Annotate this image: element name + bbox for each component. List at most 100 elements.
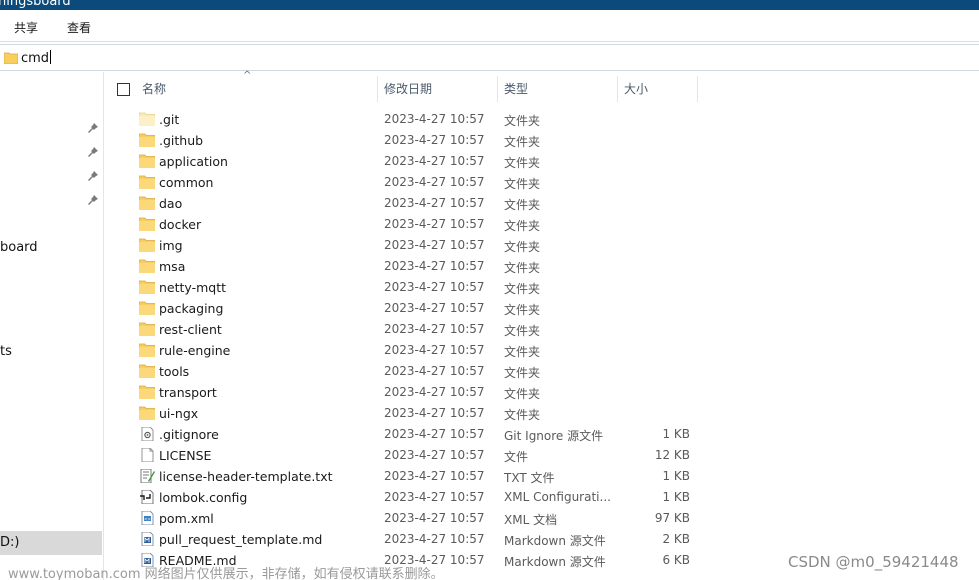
- file-row[interactable]: netty-mqtt 2023-4-27 10:57 文件夹: [105, 277, 979, 298]
- select-all-checkbox[interactable]: [117, 83, 130, 96]
- pin-icon[interactable]: [88, 123, 98, 133]
- file-type: TXT 文件: [504, 471, 555, 485]
- file-row[interactable]: .git 2023-4-27 10:57 文件夹: [105, 109, 979, 130]
- file-row[interactable]: img 2023-4-27 10:57 文件夹: [105, 235, 979, 256]
- window-title: hingsboard: [0, 0, 71, 9]
- file-row[interactable]: LICENSE 2023-4-27 10:57 文件 12 KB: [105, 445, 979, 466]
- file-row[interactable]: .github 2023-4-27 10:57 文件夹: [105, 130, 979, 151]
- watermark-credit: CSDN @m0_59421448: [788, 553, 959, 571]
- file-row[interactable]: tools 2023-4-27 10:57 文件夹: [105, 361, 979, 382]
- file-name: pom.xml: [159, 511, 214, 526]
- file-row[interactable]: packaging 2023-4-27 10:57 文件夹: [105, 298, 979, 319]
- folder-icon: [138, 343, 156, 358]
- file-row[interactable]: ui-ngx 2023-4-27 10:57 文件夹: [105, 403, 979, 424]
- pin-icon[interactable]: [88, 195, 98, 205]
- folder-icon: [138, 364, 156, 379]
- file-name: packaging: [159, 301, 224, 316]
- navigation-pane: board ts D:): [0, 72, 104, 580]
- file-name: transport: [159, 385, 217, 400]
- file-row[interactable]: msa 2023-4-27 10:57 文件夹: [105, 256, 979, 277]
- file-type: 文件夹: [504, 177, 541, 191]
- column-header-type[interactable]: 类型: [498, 76, 618, 102]
- blank-file-icon: [139, 447, 155, 463]
- file-type: 文件夹: [504, 303, 541, 317]
- file-date: 2023-4-27 10:57: [384, 301, 485, 315]
- column-header-date[interactable]: 修改日期: [378, 76, 498, 102]
- file-row[interactable]: dao 2023-4-27 10:57 文件夹: [105, 193, 979, 214]
- file-name: rest-client: [159, 322, 222, 337]
- nav-item-ts[interactable]: ts: [0, 344, 12, 359]
- file-row[interactable]: application 2023-4-27 10:57 文件夹: [105, 151, 979, 172]
- folder-icon: [138, 133, 156, 148]
- ribbon-tabs: 共享 查看: [0, 10, 979, 42]
- file-row[interactable]: license-header-template.txt 2023-4-27 10:…: [105, 466, 979, 487]
- file-type: Markdown 源文件: [504, 534, 606, 548]
- nav-item-label: D:): [0, 535, 20, 550]
- address-value: cmd: [21, 51, 50, 66]
- file-name: .github: [159, 133, 204, 148]
- column-headers: ^ 名称 修改日期 类型 大小: [105, 70, 979, 102]
- folder-icon: [138, 280, 156, 295]
- file-date: 2023-4-27 10:57: [384, 427, 485, 441]
- file-row[interactable]: <> pom.xml 2023-4-27 10:57 XML 文档 97 KB: [105, 508, 979, 529]
- file-size: 97 KB: [654, 511, 690, 525]
- svg-text:<>: <>: [144, 516, 151, 521]
- config-file-icon: [139, 426, 155, 442]
- file-date: 2023-4-27 10:57: [384, 133, 485, 147]
- file-size: 2 KB: [662, 532, 690, 546]
- folder-icon: [138, 259, 156, 274]
- file-date: 2023-4-27 10:57: [384, 448, 485, 462]
- file-type: 文件夹: [504, 240, 541, 254]
- file-date: 2023-4-27 10:57: [384, 217, 485, 231]
- file-row[interactable]: common 2023-4-27 10:57 文件夹: [105, 172, 979, 193]
- file-type: 文件夹: [504, 114, 541, 128]
- file-date: 2023-4-27 10:57: [384, 490, 485, 504]
- file-row[interactable]: lombok.config 2023-4-27 10:57 XML Configur…: [105, 487, 979, 508]
- file-name: pull_request_template.md: [159, 532, 323, 547]
- file-name: rule-engine: [159, 343, 231, 358]
- file-size: 1 KB: [662, 469, 690, 483]
- tab-share[interactable]: 共享: [10, 17, 42, 38]
- file-type: XML 文档: [504, 513, 558, 527]
- file-row[interactable]: docker 2023-4-27 10:57 文件夹: [105, 214, 979, 235]
- file-type: 文件夹: [504, 345, 541, 359]
- file-type: 文件: [504, 450, 529, 464]
- address-bar[interactable]: cmd: [0, 44, 979, 71]
- file-name: common: [159, 175, 214, 190]
- file-name: application: [159, 154, 228, 169]
- file-row[interactable]: rest-client 2023-4-27 10:57 文件夹: [105, 319, 979, 340]
- file-row[interactable]: rule-engine 2023-4-27 10:57 文件夹: [105, 340, 979, 361]
- file-date: 2023-4-27 10:57: [384, 532, 485, 546]
- folder-icon: [138, 175, 156, 190]
- folder-icon: [4, 52, 18, 64]
- column-header-size[interactable]: 大小: [618, 76, 698, 102]
- file-type: 文件夹: [504, 282, 541, 296]
- file-date: 2023-4-27 10:57: [384, 469, 485, 483]
- file-type: Markdown 源文件: [504, 555, 606, 569]
- file-type: 文件夹: [504, 198, 541, 212]
- markdown-file-icon: [139, 531, 155, 547]
- nav-item-board[interactable]: board: [0, 240, 38, 255]
- pin-icon[interactable]: [88, 147, 98, 157]
- file-row[interactable]: .gitignore 2023-4-27 10:57 Git Ignore 源文件 1…: [105, 424, 979, 445]
- file-row[interactable]: pull_request_template.md 2023-4-27 10:57 M…: [105, 529, 979, 550]
- tab-view[interactable]: 查看: [63, 17, 95, 38]
- file-name: license-header-template.txt: [159, 469, 333, 484]
- file-date: 2023-4-27 10:57: [384, 385, 485, 399]
- address-input[interactable]: cmd: [21, 50, 52, 66]
- file-name: lombok.config: [159, 490, 248, 505]
- file-type: 文件夹: [504, 387, 541, 401]
- file-type: 文件夹: [504, 156, 541, 170]
- file-type: Git Ignore 源文件: [504, 429, 604, 443]
- file-size: 1 KB: [662, 490, 690, 504]
- watermark-text: www.toymoban.com 网络图片仅供展示，非存储，如有侵权请联系删除。: [8, 567, 444, 580]
- file-name: docker: [159, 217, 202, 232]
- pin-icon[interactable]: [88, 171, 98, 181]
- file-size: 12 KB: [654, 448, 690, 462]
- file-name: ui-ngx: [159, 406, 199, 421]
- nav-item-selected-drive[interactable]: D:): [0, 531, 102, 555]
- folder-icon: [138, 217, 156, 232]
- column-header-name[interactable]: 名称: [136, 76, 378, 102]
- file-row[interactable]: transport 2023-4-27 10:57 文件夹: [105, 382, 979, 403]
- xml-file-icon: <>: [139, 510, 155, 526]
